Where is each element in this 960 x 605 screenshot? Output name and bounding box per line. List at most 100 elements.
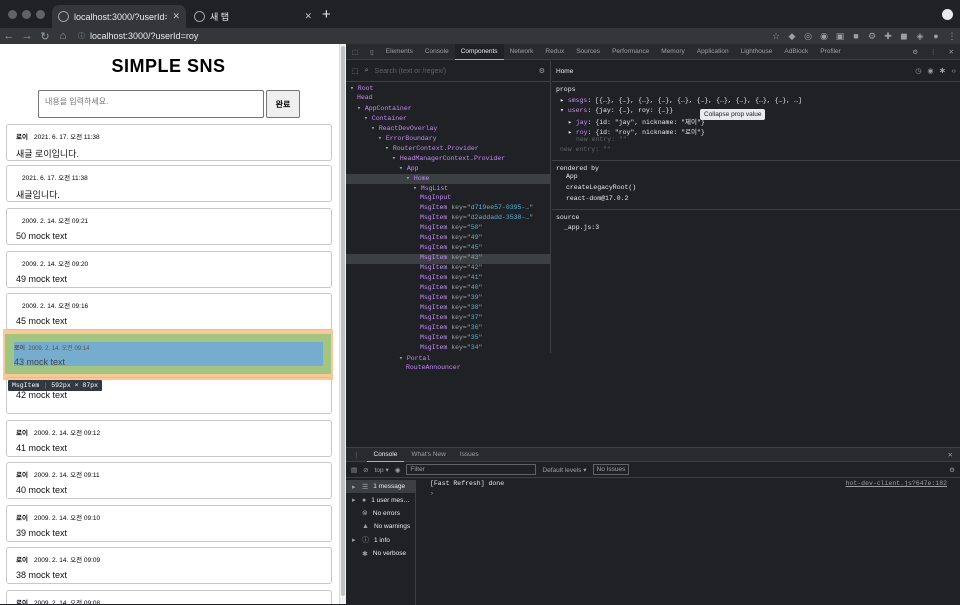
tree-node[interactable]: MsgItem key="39" (346, 294, 551, 304)
new-tab-button[interactable]: + (322, 6, 331, 23)
devtools-tab-elements[interactable]: Elements (380, 44, 419, 60)
extension-icon[interactable]: ⚙ (864, 31, 880, 42)
expand-arrow-icon[interactable]: ▾ (357, 105, 361, 112)
close-icon[interactable]: ✕ (304, 11, 312, 22)
devtools-tab-application[interactable]: Application (691, 44, 735, 60)
devtools-tab-lighthouse[interactable]: Lighthouse (735, 44, 779, 60)
console-sidebar-item[interactable]: ▸ ● 1 user mes… (346, 493, 415, 506)
tab-console[interactable]: Console (366, 448, 405, 462)
tree-node[interactable]: ▾ Home (346, 174, 551, 184)
kebab-menu-icon[interactable]: ⋮ (346, 448, 367, 462)
extension-icon[interactable]: ◎ (800, 31, 816, 42)
extension-icon[interactable]: ◉ (816, 31, 832, 42)
tree-node[interactable]: MsgItem key="38" (346, 304, 551, 314)
profile-icon[interactable] (942, 9, 953, 20)
inspect-element-icon[interactable]: ⬚ (346, 44, 364, 60)
console-sidebar-item[interactable]: ✱ No verbose (346, 547, 415, 560)
prop-row[interactable]: new entry: "" (556, 136, 956, 146)
tree-node[interactable]: Head (346, 94, 551, 104)
tree-node[interactable]: ▾ Portal (346, 354, 551, 364)
devtools-tab-adblock[interactable]: AdBlock (778, 44, 814, 60)
log-levels-select[interactable]: Default levels ▾ (542, 466, 586, 474)
console-sidebar-item[interactable]: ⊗ No errors (346, 507, 415, 520)
expand-arrow-icon[interactable]: ▾ (392, 155, 396, 162)
bug-icon[interactable]: ✱ (939, 67, 945, 75)
tree-node[interactable]: MsgItem key="45" (346, 244, 551, 254)
extension-icon[interactable]: ◼ (896, 31, 912, 42)
scrollbar-thumb[interactable] (341, 46, 345, 596)
tree-node[interactable]: MsgItem key="40" (346, 284, 551, 294)
close-icon[interactable]: ✕ (941, 448, 960, 462)
tree-node[interactable]: MsgItem key="d2addadd-3538-…" (346, 214, 551, 224)
expand-arrow-icon[interactable]: ▸ (352, 536, 357, 544)
tree-node[interactable]: MsgItem key="35" (346, 334, 551, 344)
home-icon[interactable]: ⌂ (54, 30, 72, 42)
forward-arrow-icon[interactable]: → (18, 30, 36, 42)
expand-arrow-icon[interactable]: ▸ (560, 97, 564, 104)
devtools-tab-sources[interactable]: Sources (570, 44, 606, 60)
context-select[interactable]: top ▾ (375, 466, 389, 474)
tree-node[interactable]: ▾ Root (346, 84, 551, 94)
tree-node[interactable]: ▾ MsgList (346, 184, 551, 194)
prop-row[interactable]: ▸ roy: {id: "roy", nickname: "로이"} (556, 126, 956, 136)
gear-icon[interactable]: ⚙ (906, 44, 924, 60)
tree-node[interactable]: MsgInput (346, 194, 551, 204)
devtools-tab-components[interactable]: Components (454, 43, 504, 60)
tree-node[interactable]: MsgItem key="41" (346, 274, 551, 284)
clear-console-icon[interactable]: ⊘ (363, 466, 368, 474)
expand-arrow-icon[interactable]: ▾ (413, 185, 417, 192)
select-element-icon[interactable]: ⬚ (352, 67, 359, 75)
browser-tab[interactable]: 새 탭 ✕ (188, 5, 318, 28)
sidebar-toggle-icon[interactable]: ▤ (351, 466, 357, 474)
rendered-by-item[interactable]: createLegacyRoot() (566, 184, 956, 194)
devtools-tab-redux[interactable]: Redux (539, 44, 570, 60)
close-window-button[interactable] (8, 10, 17, 19)
star-icon[interactable]: ☆ (768, 31, 784, 42)
expand-arrow-icon[interactable]: ▾ (560, 107, 564, 114)
issues-badge[interactable]: No Issues (592, 464, 630, 475)
tree-node[interactable]: MsgItem key="42" (346, 264, 551, 274)
console-prompt[interactable]: › (417, 490, 960, 500)
tree-node[interactable]: ▾ ReactDevOverlay (346, 124, 551, 134)
tab-issues[interactable]: Issues (453, 448, 486, 462)
kebab-menu-icon[interactable]: ⋮ (924, 44, 943, 60)
tree-node[interactable]: MsgItem key="36" (346, 324, 551, 334)
devtools-tab-profiler[interactable]: Profiler (814, 44, 847, 60)
prop-row[interactable]: new entry: "" (556, 146, 956, 156)
eye-icon[interactable]: ◉ (927, 67, 933, 75)
reload-icon[interactable]: ↻ (36, 30, 54, 43)
rendered-by-item[interactable]: App (566, 173, 956, 183)
source-link[interactable]: _app.js:3 (556, 224, 956, 234)
avatar[interactable]: ● (928, 31, 944, 41)
expand-arrow-icon[interactable]: ▾ (399, 355, 403, 362)
kebab-menu-icon[interactable]: ⋮ (944, 31, 960, 42)
close-icon[interactable]: ✕ (172, 11, 180, 22)
devtools-tab-network[interactable]: Network (504, 44, 540, 60)
tree-node[interactable]: RouteAnnouncer (346, 364, 551, 374)
back-arrow-icon[interactable]: ← (0, 30, 18, 42)
eye-icon[interactable]: ◉ (395, 466, 401, 474)
extension-icon[interactable]: ◆ (784, 31, 800, 42)
extension-icon[interactable]: ■ (848, 31, 864, 41)
tab-whats-new[interactable]: What's New (404, 448, 452, 462)
browser-tab-active[interactable]: localhost:3000/?userId=roy ✕ (52, 5, 186, 28)
expand-arrow-icon[interactable]: ▸ (352, 483, 357, 491)
puzzle-icon[interactable]: ✚ (880, 31, 896, 42)
tree-node[interactable]: ▾ ErrorBoundary (346, 134, 551, 144)
expand-arrow-icon[interactable]: ▸ (568, 129, 572, 136)
prop-row[interactable]: ▸ smsgs: [{…}, {…}, {…}, {…}, {…}, {…}, … (556, 96, 956, 106)
expand-arrow-icon[interactable]: ▾ (385, 145, 389, 152)
tree-node[interactable]: ▾ App (346, 164, 551, 174)
submit-button[interactable]: 완료 (266, 90, 300, 118)
tree-node[interactable]: ▾ HeadManagerContext.Provider (346, 154, 551, 164)
expand-arrow-icon[interactable]: ▾ (406, 175, 410, 182)
tree-node[interactable]: MsgItem key="34" (346, 344, 551, 354)
tree-node[interactable]: MsgItem key="37" (346, 314, 551, 324)
tree-node[interactable]: MsgItem key="50" (346, 224, 551, 234)
console-filter-input[interactable]: Filter (406, 464, 537, 475)
close-icon[interactable]: ✕ (943, 44, 960, 60)
console-sidebar-item[interactable]: ▲ No warnings (346, 520, 415, 533)
devtools-tab-console[interactable]: Console (419, 44, 455, 60)
device-toolbar-icon[interactable]: ▯ (364, 44, 380, 60)
expand-arrow-icon[interactable]: ▸ (568, 119, 572, 126)
